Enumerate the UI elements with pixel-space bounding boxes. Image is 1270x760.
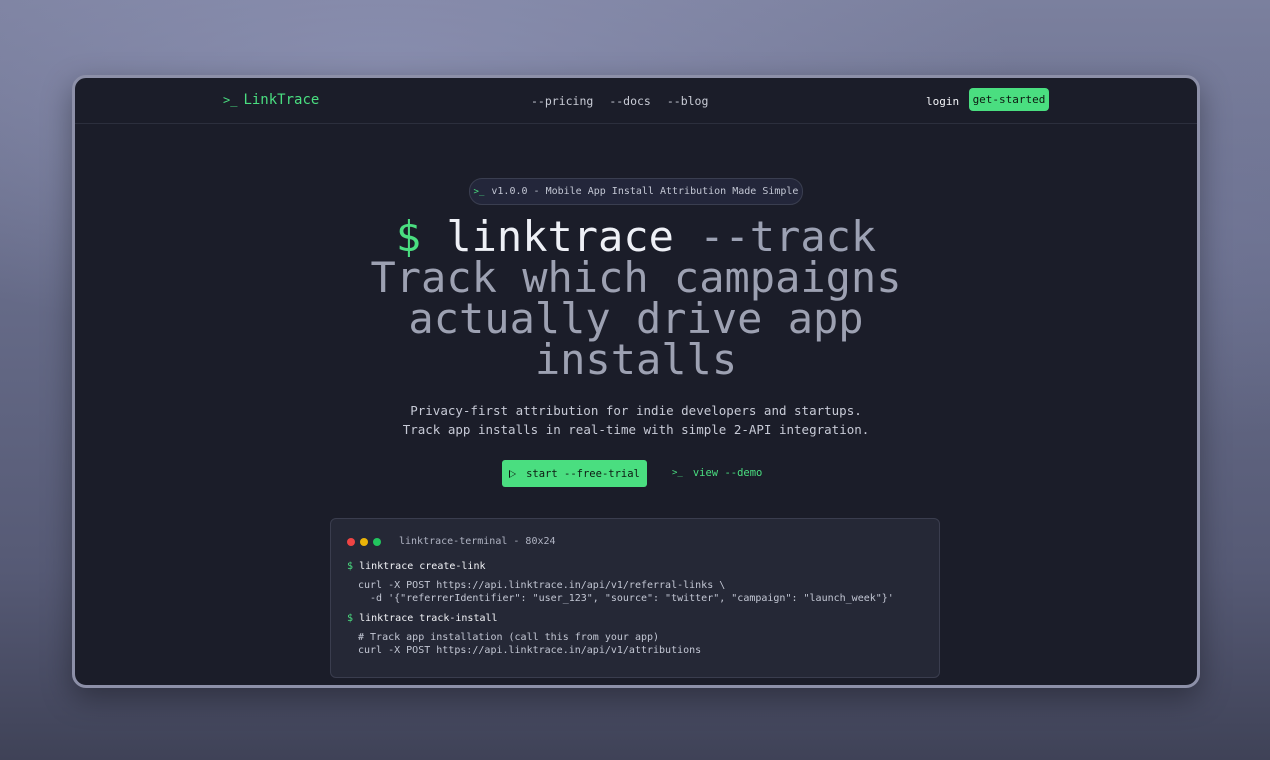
hero-line-2: Track which campaigns	[370, 253, 902, 302]
hero-line-3: actually drive app	[408, 294, 864, 343]
browser-window: >_ LinkTrace --pricing --docs --blog log…	[72, 75, 1200, 688]
logo-text: LinkTrace	[243, 92, 320, 108]
nav-link-pricing[interactable]: --pricing	[531, 94, 593, 108]
hero-subtitle: Privacy-first attribution for indie deve…	[75, 401, 1197, 439]
play-icon	[509, 469, 517, 478]
nav-link-docs[interactable]: --docs	[609, 94, 651, 108]
hero-line-4: installs	[534, 335, 738, 384]
close-dot-icon[interactable]	[347, 538, 355, 546]
hero-heading: $ linktrace --track Track which campaign…	[75, 216, 1197, 384]
terminal-code-line: -d '{"referrerIdentifier": "user_123", "…	[358, 593, 894, 604]
view-demo-label: view --demo	[692, 467, 763, 479]
version-badge: >_ v1.0.0 - Mobile App Install Attributi…	[469, 178, 803, 205]
view-demo-link[interactable]: >_ view --demo	[672, 467, 762, 479]
terminal-prompt-icon: >_	[672, 468, 683, 478]
start-free-trial-label: start --free-trial	[526, 467, 640, 480]
subtitle-line-2: Track app installs in real-time with sim…	[402, 422, 870, 437]
start-free-trial-button[interactable]: start --free-trial	[502, 460, 647, 487]
terminal-prompt-icon: >_	[223, 93, 238, 107]
terminal-prompt: $	[347, 561, 354, 572]
window-controls	[347, 538, 381, 546]
version-badge-text: v1.0.0 - Mobile App Install Attribution …	[491, 186, 799, 197]
terminal-command-2: $ linktrace track-install	[347, 613, 498, 624]
terminal-window: linktrace-terminal - 80x24 $ linktrace c…	[330, 518, 940, 678]
nav-links: --pricing --docs --blog	[531, 94, 708, 108]
maximize-dot-icon[interactable]	[373, 538, 381, 546]
command-text: linktrace create-link	[359, 561, 486, 572]
logo[interactable]: >_ LinkTrace	[223, 92, 319, 108]
terminal-code-line: curl -X POST https://api.linktrace.in/ap…	[358, 645, 702, 656]
subtitle-line-1: Privacy-first attribution for indie deve…	[410, 403, 862, 418]
minimize-dot-icon[interactable]	[360, 538, 368, 546]
terminal-title: linktrace-terminal - 80x24	[399, 536, 556, 547]
command-text: linktrace track-install	[359, 613, 498, 624]
login-link[interactable]: login	[926, 95, 959, 108]
terminal-code-line: # Track app installation (call this from…	[358, 632, 660, 643]
terminal-code-line: curl -X POST https://api.linktrace.in/ap…	[358, 580, 726, 591]
terminal-prompt: $	[347, 613, 354, 624]
terminal-command-1: $ linktrace create-link	[347, 561, 486, 572]
get-started-button[interactable]: get-started	[969, 88, 1049, 111]
terminal-prompt-icon: >_	[473, 186, 485, 197]
nav-link-blog[interactable]: --blog	[667, 94, 709, 108]
top-nav: >_ LinkTrace --pricing --docs --blog log…	[75, 78, 1197, 124]
hero-command-line: $ linktrace --track	[75, 216, 1197, 258]
